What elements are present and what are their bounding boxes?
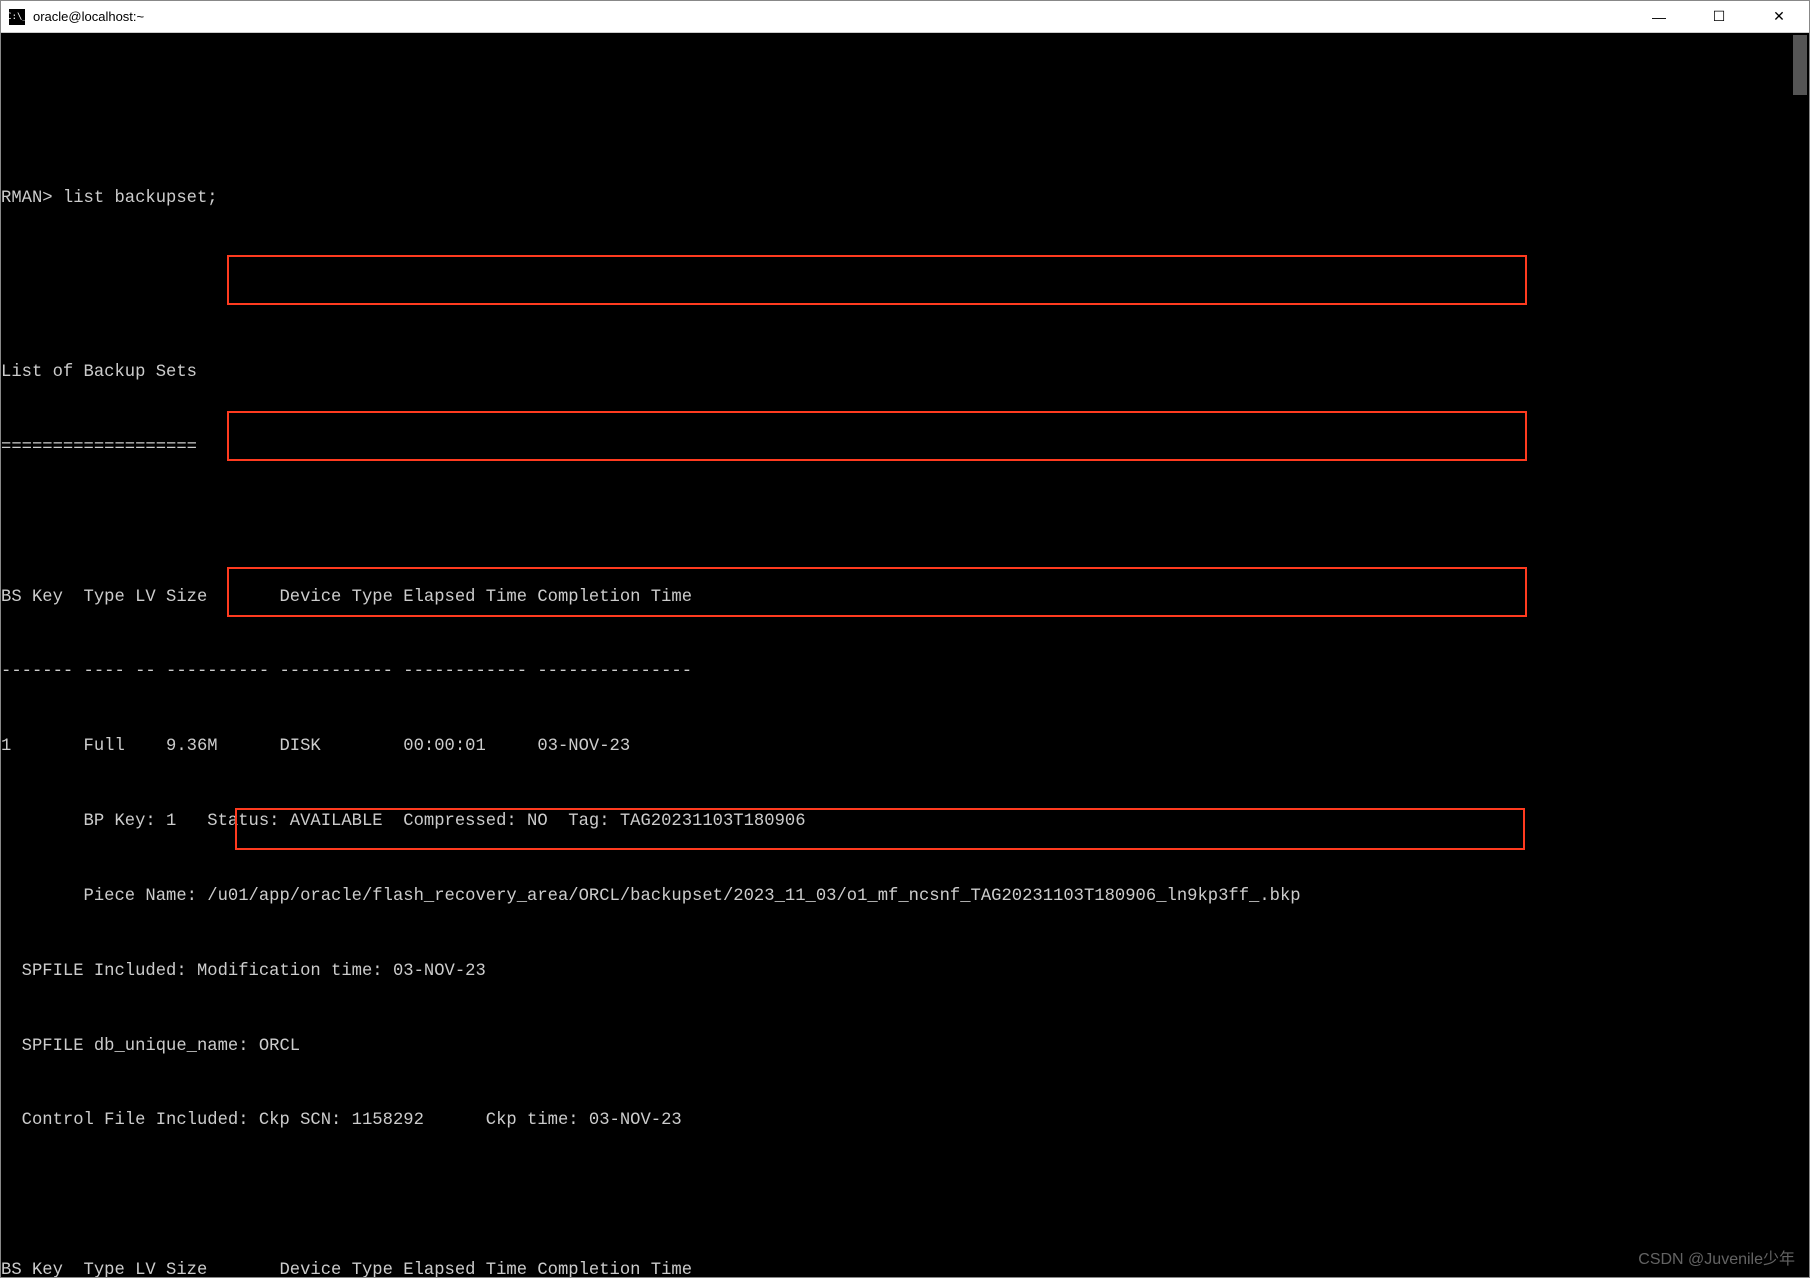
terminal-window: C:\_ oracle@localhost:~ — ☐ ✕ RMAN> list… (0, 0, 1810, 1278)
minimize-button[interactable]: — (1629, 1, 1689, 33)
rman-command: RMAN> list backupset; (1, 187, 1809, 212)
terminal-body[interactable]: RMAN> list backupset; List of Backup Set… (1, 33, 1809, 1277)
maximize-button[interactable]: ☐ (1689, 1, 1749, 33)
window-title: oracle@localhost:~ (33, 9, 144, 24)
terminal-icon: C:\_ (9, 9, 25, 25)
highlight-box (227, 255, 1527, 305)
column-separator: ------- ---- -- ---------- ----------- -… (1, 660, 1809, 685)
window-controls: — ☐ ✕ (1629, 1, 1809, 33)
list-separator: =================== (1, 436, 1809, 461)
watermark: CSDN @Juvenile少年 (1638, 1248, 1795, 1271)
scrollbar-thumb[interactable] (1793, 35, 1807, 95)
backupset-row: 1 Full 9.36M DISK 00:00:01 03-NOV-23 (1, 735, 1809, 760)
titlebar[interactable]: C:\_ oracle@localhost:~ — ☐ ✕ (1, 1, 1809, 33)
controlfile-line: Control File Included: Ckp SCN: 1158292 … (1, 1109, 1809, 1134)
close-button[interactable]: ✕ (1749, 1, 1809, 33)
piece-name-line: Piece Name: /u01/app/oracle/flash_recove… (1, 885, 1809, 910)
column-header: BS Key Type LV Size Device Type Elapsed … (1, 1259, 1809, 1277)
spfile-line: SPFILE Included: Modification time: 03-N… (1, 960, 1809, 985)
bp-key-line: BP Key: 1 Status: AVAILABLE Compressed: … (1, 810, 1809, 835)
list-header: List of Backup Sets (1, 361, 1809, 386)
spfile-line: SPFILE db_unique_name: ORCL (1, 1035, 1809, 1060)
column-header: BS Key Type LV Size Device Type Elapsed … (1, 586, 1809, 611)
